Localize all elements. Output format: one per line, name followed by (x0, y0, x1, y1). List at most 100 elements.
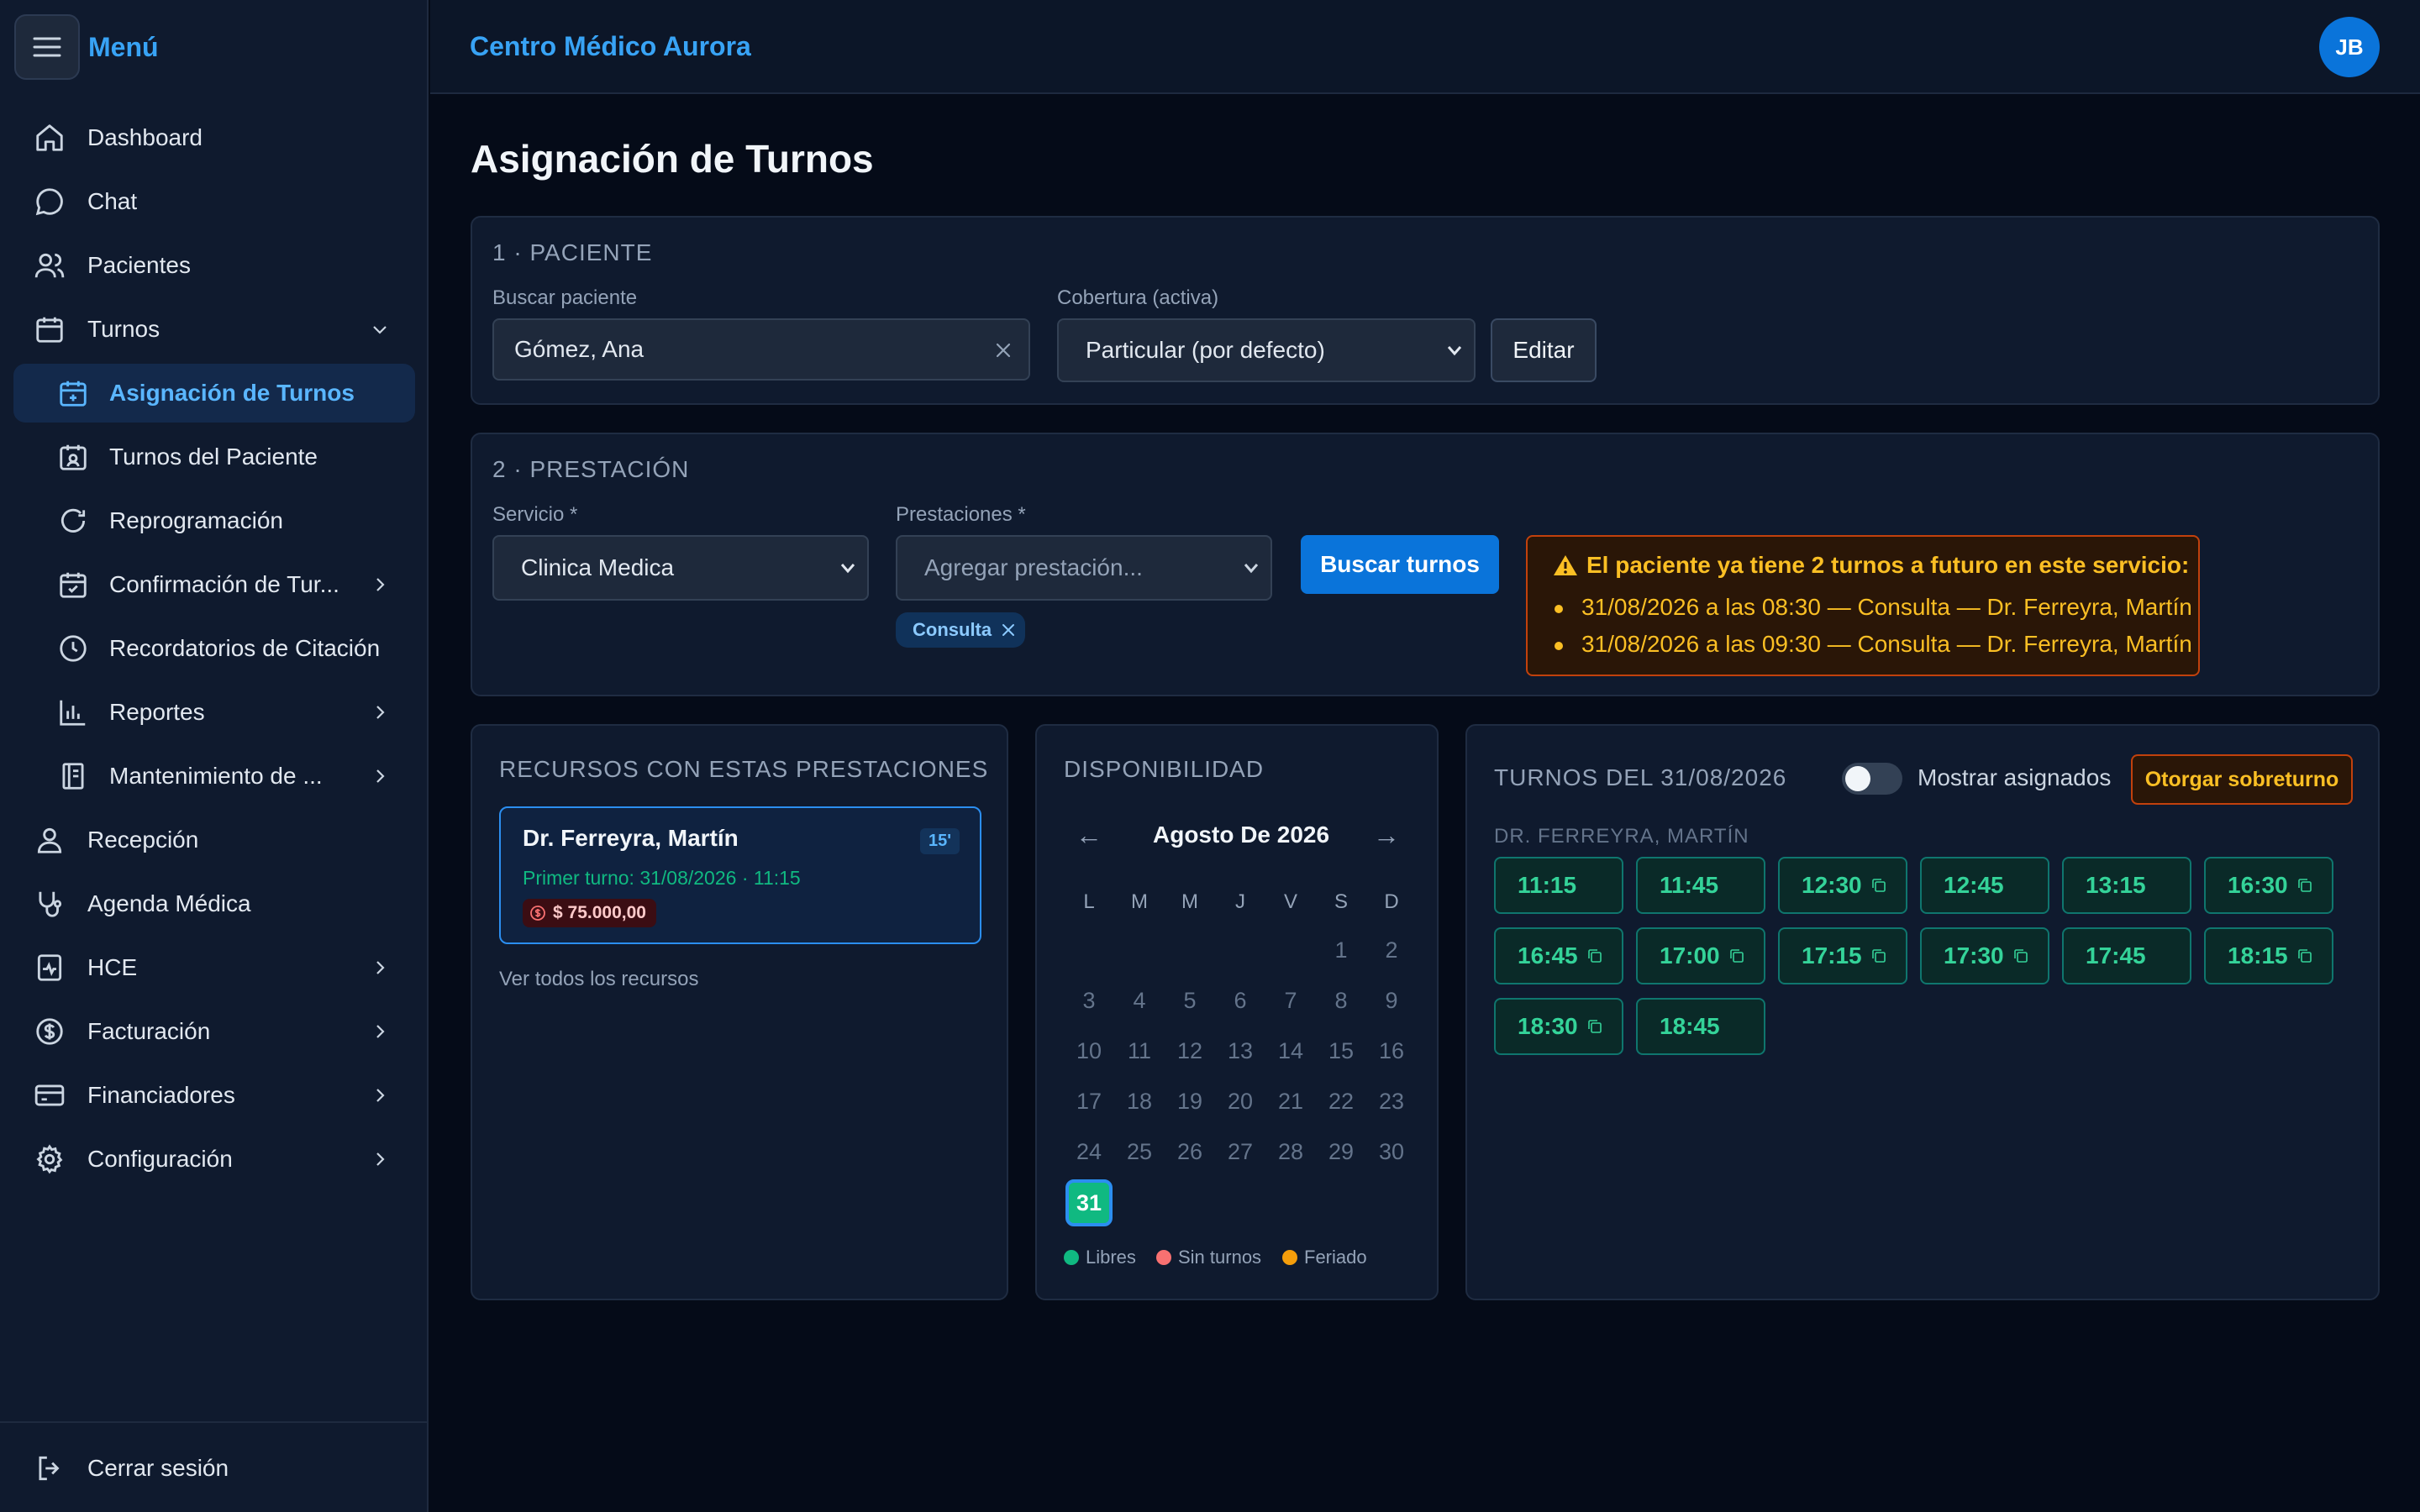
calendar-day[interactable]: 22 (1316, 1089, 1366, 1115)
service-select[interactable]: Clinica Medica (492, 535, 869, 601)
sidebar-item-label: Financiadores (87, 1082, 235, 1108)
sidebar-item-asignacion-de-turnos[interactable]: Asignación de Turnos (13, 364, 415, 423)
resource-card[interactable]: Dr. Ferreyra, Martín 15' Primer turno: 3… (499, 806, 981, 944)
calendar-day[interactable]: 18 (1114, 1089, 1165, 1115)
sidebar-item-dashboard[interactable]: Dashboard (13, 108, 415, 167)
sidebar-item-turnos-del-paciente[interactable]: Turnos del Paciente (13, 428, 415, 486)
calendar-day[interactable]: 28 (1265, 1139, 1316, 1165)
calendar-day[interactable]: 20 (1215, 1089, 1265, 1115)
time-slot[interactable]: 11:15 (1494, 857, 1623, 914)
calendar-day[interactable]: 4 (1114, 988, 1165, 1014)
sidebar-item-label: Reportes (109, 699, 205, 725)
time-slot[interactable]: 17:15 (1778, 927, 1907, 984)
see-all-resources-link[interactable]: Ver todos los recursos (499, 968, 698, 991)
time-slot[interactable]: 17:30 (1920, 927, 2049, 984)
time-slot[interactable]: 11:45 (1636, 857, 1765, 914)
sidebar-item-recepcion[interactable]: Recepción (13, 811, 415, 869)
sidebar-item-confirmacion-de-turnos[interactable]: Confirmación de Tur... (13, 555, 415, 614)
time-slot[interactable]: 17:00 (1636, 927, 1765, 984)
calendar-day[interactable]: 3 (1064, 988, 1114, 1014)
calendar-day[interactable]: 1 (1316, 937, 1366, 963)
prestaciones-label: Prestaciones * (896, 503, 1026, 526)
chat-icon (35, 188, 63, 216)
time-slot[interactable]: 18:15 (2204, 927, 2333, 984)
calendar-day[interactable]: 2 (1366, 937, 1417, 963)
show-assigned-toggle[interactable] (1842, 763, 1902, 795)
recursos-panel: RECURSOS CON ESTAS PRESTACIONES Dr. Ferr… (471, 724, 1008, 1300)
time-slot[interactable]: 18:30 (1494, 998, 1623, 1055)
calendar-day[interactable]: 27 (1215, 1139, 1265, 1165)
remove-tag-icon[interactable] (1002, 623, 1015, 637)
edit-coverage-button[interactable]: Editar (1491, 318, 1597, 382)
time-slot[interactable]: 13:15 (2062, 857, 2191, 914)
calendar-day[interactable]: 9 (1366, 988, 1417, 1014)
toggle-knob (1845, 766, 1870, 791)
calendar-day[interactable]: 13 (1215, 1038, 1265, 1064)
time-slot[interactable]: 16:45 (1494, 927, 1623, 984)
prestacion-section-title: 2 · PRESTACIÓN (492, 456, 690, 482)
sidebar-item-label: Dashboard (87, 124, 203, 150)
calendar-day[interactable]: 8 (1316, 988, 1366, 1014)
copy-icon (2297, 949, 2312, 963)
calendar-day[interactable]: 29 (1316, 1139, 1366, 1165)
avatar[interactable]: JB (2319, 17, 2380, 77)
calendar-day[interactable]: 16 (1366, 1038, 1417, 1064)
calendar-day[interactable]: 15 (1316, 1038, 1366, 1064)
time-slot[interactable]: 16:30 (2204, 857, 2333, 914)
patient-search-input[interactable]: Gómez, Ana (492, 318, 1030, 381)
coverage-select[interactable]: Particular (por defecto) (1057, 318, 1476, 382)
calendar-day[interactable]: 12 (1165, 1038, 1215, 1064)
sidebar-item-hce[interactable]: HCE (13, 938, 415, 997)
calendar-day[interactable]: 26 (1165, 1139, 1215, 1165)
time-slot[interactable]: 17:45 (2062, 927, 2191, 984)
calendar-day[interactable]: 30 (1366, 1139, 1417, 1165)
brand-name[interactable]: Centro Médico Aurora (470, 31, 751, 62)
overbook-button[interactable]: Otorgar sobreturno (2131, 754, 2353, 805)
sidebar-item-turnos[interactable]: Turnos (13, 300, 415, 359)
sidebar-item-configuracion[interactable]: Configuración (13, 1130, 415, 1189)
calendar-day[interactable]: 21 (1265, 1089, 1316, 1115)
search-turnos-button[interactable]: Buscar turnos (1301, 535, 1499, 594)
calendar-day[interactable]: 10 (1064, 1038, 1114, 1064)
prestaciones-select[interactable]: Agregar prestación... (896, 535, 1272, 601)
calendar-day[interactable]: 23 (1366, 1089, 1417, 1115)
weekday-header: S (1334, 890, 1348, 913)
hamburger-button[interactable] (14, 14, 80, 80)
copy-icon (2013, 949, 2028, 963)
calendar-day[interactable]: 7 (1265, 988, 1316, 1014)
logout-button[interactable]: Cerrar sesión (13, 1439, 415, 1498)
prev-month-button[interactable]: ← (1076, 820, 1102, 851)
time-slot-label: 17:15 (1802, 942, 1862, 969)
calendar-day[interactable]: 19 (1165, 1089, 1215, 1115)
doctor-label: DR. FERREYRA, MARTÍN (1494, 825, 1749, 848)
clear-icon[interactable] (995, 342, 1012, 359)
calendar-day[interactable]: 17 (1064, 1089, 1114, 1115)
sidebar-item-agenda-medica[interactable]: Agenda Médica (13, 874, 415, 933)
calendar-day[interactable]: 11 (1114, 1038, 1165, 1064)
calendar-day[interactable]: 24 (1064, 1139, 1114, 1165)
sidebar-item-chat[interactable]: Chat (13, 172, 415, 231)
time-slot[interactable]: 18:45 (1636, 998, 1765, 1055)
sidebar-item-financiadores[interactable]: Financiadores (13, 1066, 415, 1125)
calendar-day[interactable]: 14 (1265, 1038, 1316, 1064)
sidebar-item-reprogramacion[interactable]: Reprogramación (13, 491, 415, 550)
weekday-header: J (1235, 890, 1245, 913)
sidebar-item-recordatorios[interactable]: Recordatorios de Citación (13, 619, 415, 678)
calendar-icon (36, 317, 63, 343)
next-month-button[interactable]: → (1373, 820, 1400, 851)
credit-card-icon (34, 1084, 65, 1106)
calendar-day[interactable]: 25 (1114, 1139, 1165, 1165)
sidebar-item-mantenimiento[interactable]: Mantenimiento de ... (13, 747, 415, 806)
calendar-day[interactable]: 5 (1165, 988, 1215, 1014)
sidebar-item-facturacion[interactable]: Facturación (13, 1002, 415, 1061)
sidebar-item-label: Confirmación de Tur... (109, 571, 339, 597)
time-slot[interactable]: 12:45 (1920, 857, 2049, 914)
calendar-day-selected[interactable]: 31 (1065, 1179, 1113, 1226)
calendar-day[interactable]: 6 (1215, 988, 1265, 1014)
time-slot[interactable]: 12:30 (1778, 857, 1907, 914)
sidebar-item-pacientes[interactable]: Pacientes (13, 236, 415, 295)
sidebar-item-reportes[interactable]: Reportes (13, 683, 415, 742)
sidebar-item-label: Asignación de Turnos (109, 380, 355, 406)
sidebar-item-label: Mantenimiento de ... (109, 763, 323, 789)
future-appointments-warning: El paciente ya tiene 2 turnos a futuro e… (1526, 535, 2200, 676)
